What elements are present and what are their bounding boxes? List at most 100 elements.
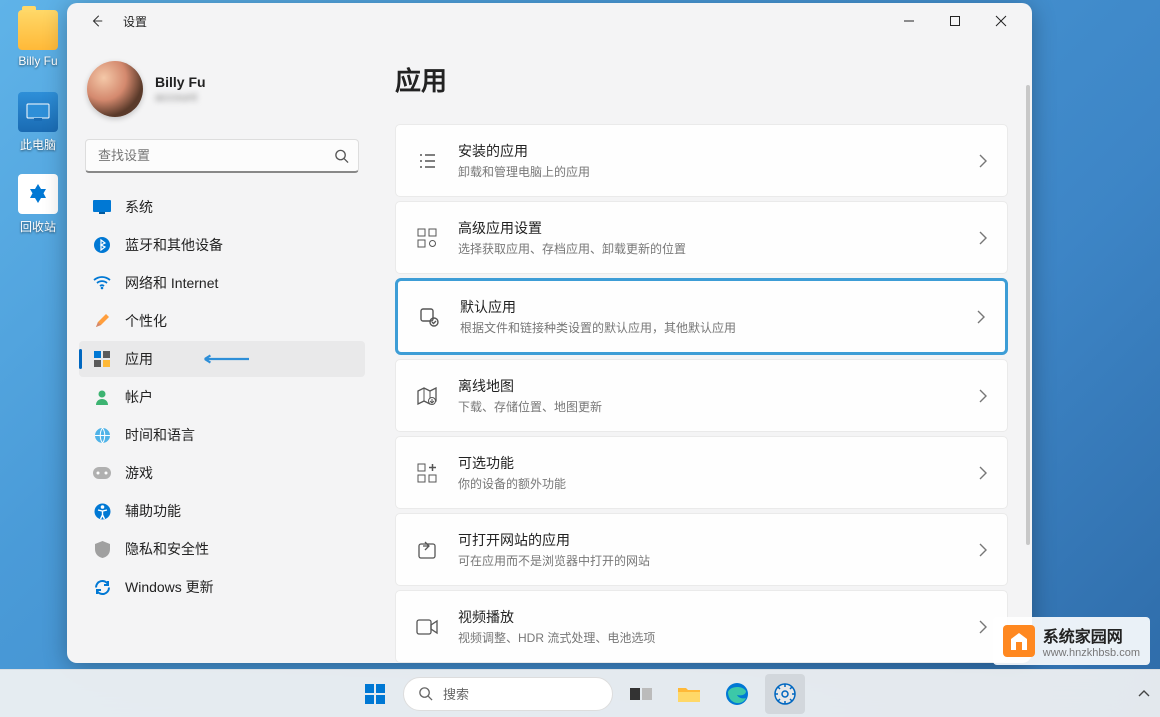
desktop-icon-recycle-bin[interactable]: 回收站 bbox=[8, 174, 68, 235]
sidebar-item-time-language[interactable]: 时间和语言 bbox=[79, 417, 365, 453]
desktop-icon-label: 回收站 bbox=[8, 218, 68, 235]
card-title: 高级应用设置 bbox=[458, 218, 959, 238]
window-title: 设置 bbox=[123, 13, 147, 30]
card-title: 可打开网站的应用 bbox=[458, 530, 959, 550]
sidebar-item-apps[interactable]: 应用 bbox=[79, 341, 365, 377]
bluetooth-icon bbox=[93, 236, 111, 254]
minimize-button[interactable] bbox=[886, 5, 932, 37]
sidebar-item-label: 隐私和安全性 bbox=[125, 539, 209, 559]
maximize-button[interactable] bbox=[932, 5, 978, 37]
watermark-url: www.hnzkhbsb.com bbox=[1043, 647, 1140, 659]
card-offline-maps[interactable]: 离线地图 下载、存储位置、地图更新 bbox=[395, 359, 1008, 432]
profile-block[interactable]: Billy Fu account bbox=[79, 55, 365, 123]
card-title: 视频播放 bbox=[458, 607, 959, 627]
back-button[interactable] bbox=[83, 7, 111, 35]
taskbar-system-tray[interactable] bbox=[1138, 669, 1150, 717]
apps-icon bbox=[93, 350, 111, 368]
video-icon bbox=[416, 616, 438, 638]
brush-icon bbox=[93, 312, 111, 330]
card-advanced-app-settings[interactable]: 高级应用设置 选择获取应用、存档应用、卸载更新的位置 bbox=[395, 201, 1008, 274]
profile-sub: account bbox=[155, 90, 206, 104]
search-container bbox=[85, 139, 359, 173]
accessibility-icon bbox=[93, 502, 111, 520]
card-sub: 根据文件和链接种类设置的默认应用，其他默认应用 bbox=[460, 319, 957, 336]
sidebar-item-privacy[interactable]: 隐私和安全性 bbox=[79, 531, 365, 567]
chevron-right-icon bbox=[977, 310, 985, 324]
sidebar-item-accessibility[interactable]: 辅助功能 bbox=[79, 493, 365, 529]
watermark: 系统家园网 www.hnzkhbsb.com bbox=[993, 617, 1150, 665]
taskbar-edge[interactable] bbox=[717, 674, 757, 714]
chevron-right-icon bbox=[979, 620, 987, 634]
search-input[interactable] bbox=[85, 139, 359, 173]
taskbar-search[interactable]: 搜索 bbox=[403, 677, 613, 711]
wifi-icon bbox=[93, 274, 111, 292]
sidebar-item-label: 时间和语言 bbox=[125, 425, 195, 445]
desktop-icon-user-folder[interactable]: Billy Fu bbox=[8, 10, 68, 68]
sidebar-item-label: Windows 更新 bbox=[125, 577, 214, 597]
game-icon bbox=[93, 464, 111, 482]
taskbar-settings[interactable] bbox=[765, 674, 805, 714]
content-pane: 应用 安装的应用 卸载和管理电脑上的应用 高级应用设置 选择获取应用、存档应用、… bbox=[377, 39, 1032, 663]
card-sub: 下载、存储位置、地图更新 bbox=[458, 398, 959, 415]
sidebar: Billy Fu account 系统 蓝牙和其他设备 bbox=[67, 39, 377, 663]
card-apps-for-websites[interactable]: 可打开网站的应用 可在应用而不是浏览器中打开的网站 bbox=[395, 513, 1008, 586]
settings-window: 设置 Billy Fu account bbox=[67, 3, 1032, 663]
desktop-icon-label: 此电脑 bbox=[8, 136, 68, 153]
chevron-right-icon bbox=[979, 389, 987, 403]
card-sub: 视频调整、HDR 流式处理、电池选项 bbox=[458, 629, 959, 646]
sidebar-item-label: 系统 bbox=[125, 197, 153, 217]
arrow-hint-icon bbox=[189, 354, 259, 364]
card-default-apps[interactable]: 默认应用 根据文件和链接种类设置的默认应用，其他默认应用 bbox=[395, 278, 1008, 355]
start-button[interactable] bbox=[355, 674, 395, 714]
recycle-bin-icon bbox=[18, 174, 58, 214]
profile-name: Billy Fu bbox=[155, 74, 206, 90]
display-icon bbox=[93, 198, 111, 216]
close-button[interactable] bbox=[978, 5, 1024, 37]
grid-gear-icon bbox=[416, 227, 438, 249]
desktop-icon-label: Billy Fu bbox=[8, 54, 68, 68]
avatar bbox=[87, 61, 143, 117]
card-video-playback[interactable]: 视频播放 视频调整、HDR 流式处理、电池选项 bbox=[395, 590, 1008, 663]
search-icon bbox=[418, 686, 433, 701]
taskbar-file-explorer[interactable] bbox=[669, 674, 709, 714]
scrollbar[interactable] bbox=[1026, 85, 1030, 645]
watermark-logo-icon bbox=[1003, 625, 1035, 657]
card-sub: 卸载和管理电脑上的应用 bbox=[458, 163, 959, 180]
chevron-right-icon bbox=[979, 231, 987, 245]
pc-icon bbox=[18, 92, 58, 132]
sidebar-item-label: 应用 bbox=[125, 349, 153, 369]
sidebar-item-system[interactable]: 系统 bbox=[79, 189, 365, 225]
taskbar: 搜索 bbox=[0, 669, 1160, 717]
card-installed-apps[interactable]: 安装的应用 卸载和管理电脑上的应用 bbox=[395, 124, 1008, 197]
list-icon bbox=[416, 150, 438, 172]
chevron-right-icon bbox=[979, 154, 987, 168]
open-web-icon bbox=[416, 539, 438, 561]
sidebar-item-label: 蓝牙和其他设备 bbox=[125, 235, 223, 255]
sidebar-item-label: 网络和 Internet bbox=[125, 273, 218, 293]
globe-icon bbox=[93, 426, 111, 444]
chevron-up-icon bbox=[1138, 689, 1150, 697]
sidebar-item-windows-update[interactable]: Windows 更新 bbox=[79, 569, 365, 605]
taskbar-task-view[interactable] bbox=[621, 674, 661, 714]
card-title: 离线地图 bbox=[458, 376, 959, 396]
card-optional-features[interactable]: 可选功能 你的设备的额外功能 bbox=[395, 436, 1008, 509]
add-feature-icon bbox=[416, 462, 438, 484]
sidebar-item-label: 游戏 bbox=[125, 463, 153, 483]
card-sub: 可在应用而不是浏览器中打开的网站 bbox=[458, 552, 959, 569]
card-title: 安装的应用 bbox=[458, 141, 959, 161]
sidebar-item-label: 个性化 bbox=[125, 311, 167, 331]
sidebar-item-label: 辅助功能 bbox=[125, 501, 181, 521]
desktop-icon-this-pc[interactable]: 此电脑 bbox=[8, 92, 68, 153]
sidebar-item-personalization[interactable]: 个性化 bbox=[79, 303, 365, 339]
card-sub: 选择获取应用、存档应用、卸载更新的位置 bbox=[458, 240, 959, 257]
sidebar-item-gaming[interactable]: 游戏 bbox=[79, 455, 365, 491]
sidebar-item-network[interactable]: 网络和 Internet bbox=[79, 265, 365, 301]
person-icon bbox=[93, 388, 111, 406]
search-icon bbox=[334, 149, 349, 164]
sidebar-item-bluetooth[interactable]: 蓝牙和其他设备 bbox=[79, 227, 365, 263]
folder-icon bbox=[18, 10, 58, 50]
card-title: 可选功能 bbox=[458, 453, 959, 473]
sidebar-item-accounts[interactable]: 帐户 bbox=[79, 379, 365, 415]
sidebar-item-label: 帐户 bbox=[125, 387, 153, 407]
map-icon bbox=[416, 385, 438, 407]
